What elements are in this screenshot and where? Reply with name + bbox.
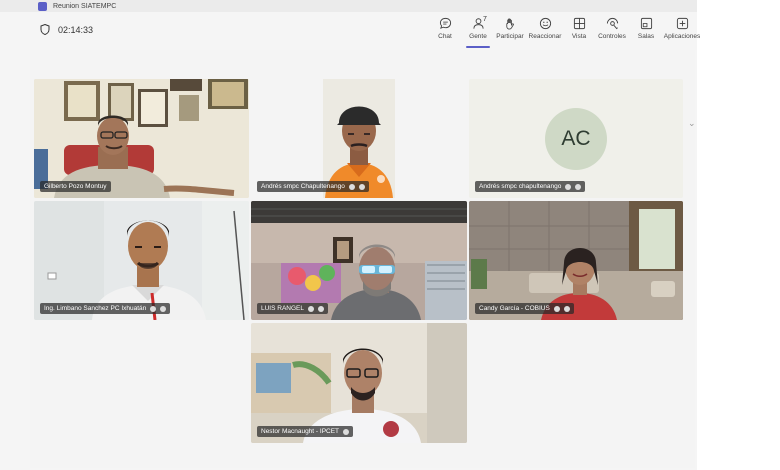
- chat-label: Chat: [438, 33, 452, 40]
- grid-view-icon: [573, 17, 585, 30]
- video-grid: Gilberto Pozo Montuy Andrés smpc Chapult…: [30, 50, 695, 468]
- timer-text: 02:14:33: [58, 24, 94, 35]
- participant-name-tag: Gilberto Pozo Montuy: [40, 181, 111, 192]
- apps-label: Aplicaciones: [663, 33, 701, 40]
- title-bar: Reunion SIATEMPC: [0, 0, 697, 12]
- participant-status-icon: [565, 183, 572, 190]
- controls-button[interactable]: Controles: [595, 17, 629, 47]
- teams-window: Reunion SIATEMPC 02:14:33 Chat 7 Gente P…: [0, 0, 701, 470]
- controls-icon: [606, 17, 618, 30]
- participant-tile[interactable]: AC Andrés smpc chapultenango: [469, 79, 683, 198]
- participant-tile[interactable]: Nestor Macnaught - IPCET: [251, 323, 467, 443]
- raise-hand-label: Participar: [496, 33, 524, 40]
- participant-name: LUIS RANGEL: [261, 305, 304, 312]
- participant-tile[interactable]: Candy García - COBIUS: [469, 201, 683, 320]
- chevron-down-icon[interactable]: ⌄: [688, 118, 696, 129]
- rooms-button[interactable]: Salas: [629, 17, 663, 47]
- participant-name-tag: LUIS RANGEL: [257, 303, 328, 314]
- participant-name: Andrés smpc chapultenango: [479, 183, 562, 190]
- add-apps-icon: [676, 17, 688, 30]
- shield-icon: [40, 24, 50, 35]
- view-label: Vista: [571, 33, 587, 40]
- rooms-label: Salas: [637, 33, 655, 40]
- participant-name-tag: Candy García - COBIUS: [475, 303, 574, 314]
- people-count: 7: [483, 16, 487, 23]
- microphone-icon: [563, 305, 570, 312]
- react-label: Reaccionar: [528, 33, 562, 40]
- participant-name: Ing. Limbano Sanchez PC Ixhuatán: [44, 305, 147, 312]
- people-button[interactable]: 7 Gente: [461, 16, 495, 48]
- participant-status-icon: [150, 305, 157, 312]
- participant-name: Candy García - COBIUS: [479, 305, 550, 312]
- microphone-icon: [575, 183, 582, 190]
- microphone-icon: [160, 305, 167, 312]
- people-label: Gente: [469, 33, 487, 40]
- chat-icon: [439, 17, 451, 29]
- participant-name: Gilberto Pozo Montuy: [44, 183, 107, 190]
- participant-name-tag: Andrés smpc chapultenango: [475, 181, 586, 192]
- participant-status-icon: [553, 305, 560, 312]
- participant-status-icon: [343, 428, 350, 435]
- meeting-timer: 02:14:33: [40, 24, 93, 35]
- participant-name-tag: Andrés smpc Chapultenango: [257, 181, 369, 192]
- participant-status-icon: [348, 183, 355, 190]
- raise-hand-button[interactable]: Participar: [493, 17, 527, 47]
- window-title: Reunion SIATEMPC: [53, 2, 117, 10]
- meeting-toolbar: 02:14:33 Chat 7 Gente Participar Reaccio…: [0, 12, 701, 50]
- participant-tile[interactable]: Andrés smpc Chapultenango: [251, 79, 467, 198]
- view-button[interactable]: Vista: [562, 17, 596, 47]
- participant-avatar: AC: [545, 108, 607, 170]
- participant-tile[interactable]: Gilberto Pozo Montuy: [34, 79, 249, 198]
- participant-tile[interactable]: Ing. Limbano Sanchez PC Ixhuatán: [34, 201, 249, 320]
- apps-button[interactable]: Aplicaciones: [663, 17, 701, 47]
- participant-name-tag: Ing. Limbano Sanchez PC Ixhuatán: [40, 303, 171, 314]
- participant-name: Andrés smpc Chapultenango: [261, 183, 345, 190]
- participant-status-icon: [308, 305, 314, 312]
- chat-button[interactable]: Chat: [428, 17, 462, 47]
- participant-tile[interactable]: LUIS RANGEL: [251, 201, 467, 320]
- raise-hand-icon: [505, 18, 514, 30]
- react-button[interactable]: Reaccionar: [528, 17, 562, 47]
- participant-video: [251, 323, 467, 443]
- smiley-icon: [539, 17, 551, 30]
- participant-name: Nestor Macnaught - IPCET: [261, 428, 340, 435]
- controls-label: Controles: [598, 33, 626, 40]
- participant-name-tag: Nestor Macnaught - IPCET: [257, 426, 354, 437]
- microphone-icon: [318, 305, 324, 312]
- teams-logo-icon: [38, 1, 47, 11]
- rooms-icon: [640, 17, 652, 30]
- microphone-icon: [358, 183, 365, 190]
